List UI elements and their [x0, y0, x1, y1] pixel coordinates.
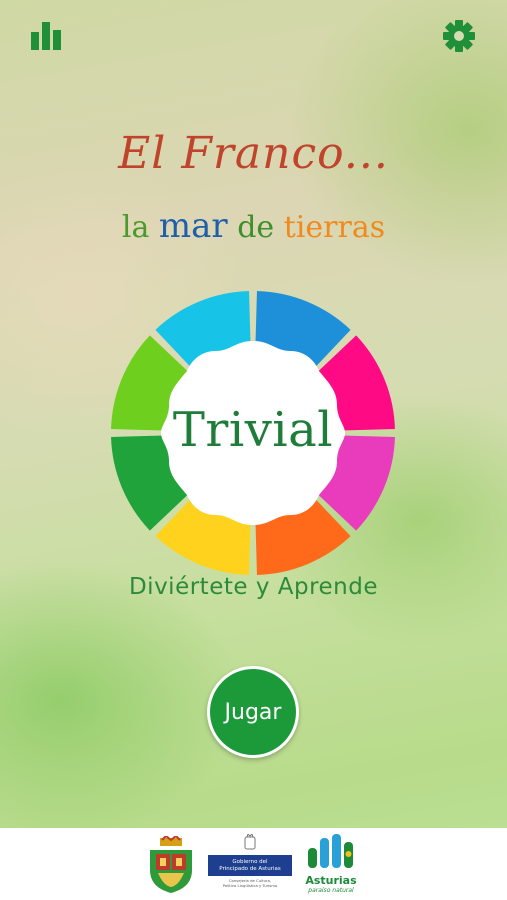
- asturias-logo-name: Asturias: [305, 874, 357, 887]
- gear-icon: [443, 20, 475, 52]
- tagline-word-de: de: [237, 210, 275, 245]
- play-button[interactable]: Jugar: [207, 666, 299, 758]
- asturias-paraiso-logo: Asturias paraíso natural: [304, 834, 358, 896]
- tagline-word-mar: mar: [158, 206, 228, 246]
- tagline-word-tierras: tierras: [283, 210, 386, 245]
- asturias-bars-icon: [308, 834, 353, 868]
- tagline-word-la: la: [121, 210, 150, 245]
- gov-logo-box: Gobierno del Principado de Asturias: [208, 855, 292, 876]
- gov-logo-sub2: Política Lingüística y Turismo: [222, 883, 278, 888]
- footer-logos: Gobierno del Principado de Asturias Cons…: [0, 828, 507, 900]
- app-subtitle-tagline: la mar de tierras: [0, 206, 507, 246]
- asturias-seal-icon: [244, 834, 256, 850]
- gov-logo-line2: Principado de Asturias: [219, 865, 281, 872]
- play-button-label: Jugar: [224, 699, 282, 725]
- stats-button[interactable]: [28, 18, 64, 54]
- asturias-logo-tagline: paraíso natural: [308, 887, 354, 894]
- gov-logo-subtext: Consejería de Cultura, Política Lingüíst…: [208, 878, 292, 888]
- wheel-label: Trivial: [172, 402, 334, 458]
- settings-button[interactable]: [441, 18, 477, 54]
- el-franco-crest-logo: [150, 836, 192, 893]
- app-title: El Franco...: [118, 128, 389, 179]
- slogan: Diviértete y Aprende: [128, 574, 379, 600]
- gobierno-principado-logo: Gobierno del Principado de Asturias Cons…: [208, 834, 292, 894]
- gov-logo-line1: Gobierno del: [232, 858, 268, 865]
- bar-chart-icon: [31, 22, 61, 50]
